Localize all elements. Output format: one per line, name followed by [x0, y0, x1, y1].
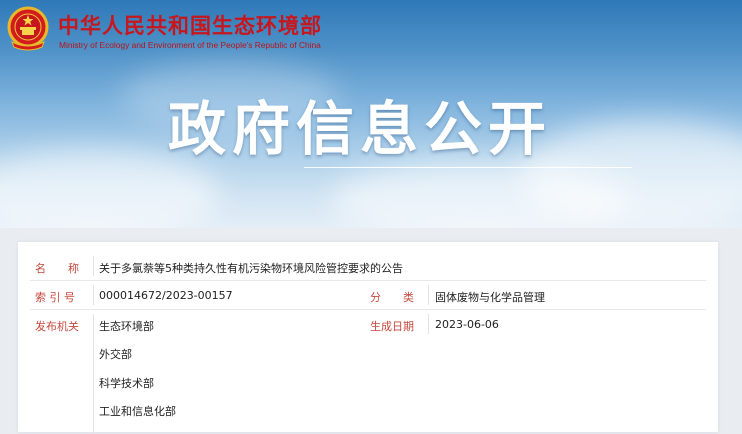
title-label: 名 称	[35, 262, 79, 275]
row-divider	[30, 280, 706, 281]
category-label: 分 类	[370, 291, 414, 304]
row-divider	[30, 309, 706, 310]
date-label: 生成日期	[370, 320, 414, 333]
column-divider	[428, 314, 429, 334]
issuer-item: 生态环境部	[99, 320, 154, 333]
info-card: 名 称 关于多氯萘等5种类持久性有机污染物环境风险管控要求的公告 索 引 号 0…	[18, 242, 718, 434]
header-banner: 中华人民共和国生态环境部 Ministry of Ecology and Env…	[0, 0, 742, 228]
column-divider	[93, 285, 94, 305]
column-divider	[93, 256, 94, 276]
date-value: 2023-06-06	[435, 318, 499, 331]
hero-title: 政府信息公开	[168, 95, 553, 163]
category-value: 固体废物与化学品管理	[435, 291, 545, 304]
column-divider	[428, 285, 429, 305]
org-name-en[interactable]: Ministry of Ecology and Environment of t…	[59, 40, 321, 50]
column-divider	[93, 314, 94, 434]
national-emblem-icon[interactable]	[6, 6, 50, 52]
cloud-decoration	[520, 120, 742, 228]
issuer-label: 发布机关	[35, 320, 79, 333]
issuer-item: 科学技术部	[99, 377, 154, 390]
index-label: 索 引 号	[35, 291, 75, 304]
index-value: 000014672/2023-00157	[99, 289, 233, 302]
issuer-item: 外交部	[99, 348, 132, 361]
org-name[interactable]: 中华人民共和国生态环境部	[58, 10, 322, 40]
hero-divider	[304, 167, 632, 168]
issuer-item: 工业和信息化部	[99, 405, 176, 418]
title-value: 关于多氯萘等5种类持久性有机污染物环境风险管控要求的公告	[99, 262, 403, 275]
